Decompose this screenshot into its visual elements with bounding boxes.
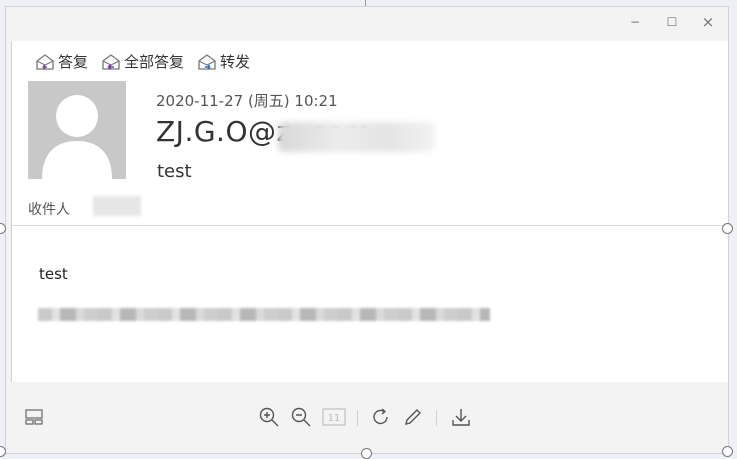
email-toolbar: 答复 全部答复 转发: [32, 49, 252, 74]
page-number-label: 11: [328, 413, 341, 424]
resize-handle-bottom-left[interactable]: [0, 446, 6, 457]
layout-icon[interactable]: [23, 406, 45, 428]
sender-avatar: [28, 81, 126, 179]
reply-all-button[interactable]: 全部答复: [98, 49, 186, 74]
reply-all-label: 全部答复: [124, 53, 185, 71]
resize-handle-top[interactable]: [365, 0, 366, 6]
reply-label: 答复: [58, 53, 89, 71]
reply-button[interactable]: 答复: [32, 49, 90, 74]
email-date: 2020-11-27 (周五) 10:21: [156, 92, 338, 110]
header-divider: [12, 225, 728, 226]
reply-icon: [34, 52, 56, 72]
email-viewer-window: − ☐ × 答复 全部答复 转发 2020-11-27 (周五) 10:21 Z…: [5, 6, 729, 454]
resize-handle-bottom[interactable]: [361, 448, 372, 459]
email-content: 答复 全部答复 转发 2020-11-27 (周五) 10:21 ZJ.G.O@…: [11, 41, 728, 382]
title-bar: − ☐ ×: [6, 7, 728, 41]
reply-all-icon: [100, 52, 122, 72]
email-subject: test: [157, 161, 192, 182]
page-icon: 11: [322, 406, 346, 428]
edit-icon[interactable]: [402, 406, 424, 428]
bottom-toolbar: 11: [6, 383, 728, 453]
email-body-text: test: [39, 265, 68, 283]
zoom-out-icon[interactable]: [290, 406, 312, 428]
minimize-button[interactable]: −: [622, 12, 648, 32]
recipient-label: 收件人: [28, 202, 70, 218]
resize-handle-bottom-right[interactable]: [722, 446, 733, 457]
close-button[interactable]: ×: [695, 12, 721, 32]
resize-handle-right[interactable]: [722, 223, 733, 234]
download-icon[interactable]: [450, 406, 472, 428]
redacted-sender: [278, 122, 435, 152]
maximize-button[interactable]: ☐: [659, 12, 685, 32]
zoom-in-icon[interactable]: [258, 406, 280, 428]
forward-icon: [196, 52, 218, 72]
toolbar-separator: [357, 410, 358, 426]
rotate-icon[interactable]: [370, 406, 392, 428]
redacted-body-line: [38, 308, 490, 321]
redacted-recipient[interactable]: [93, 196, 141, 216]
toolbar-separator: [436, 410, 437, 426]
forward-label: 转发: [220, 53, 251, 71]
forward-button[interactable]: 转发: [194, 49, 252, 74]
